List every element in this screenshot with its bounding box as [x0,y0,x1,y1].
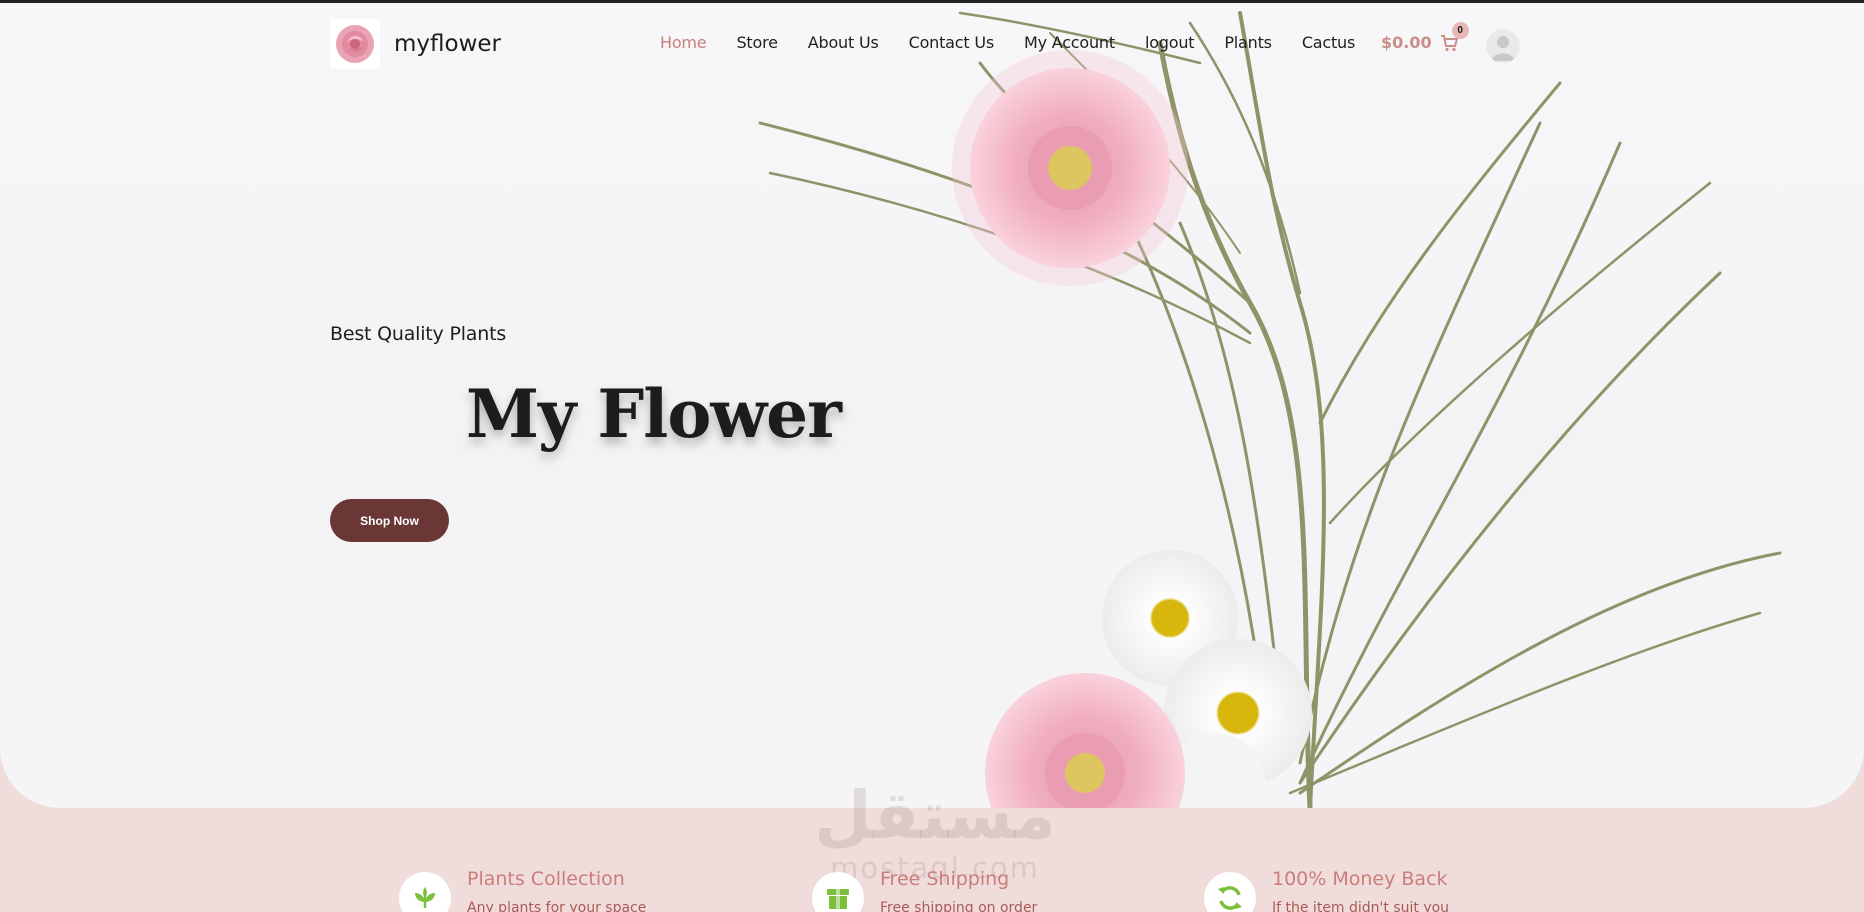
rose-logo-icon[interactable] [330,19,380,69]
nav-item-my-account[interactable]: My Account [1024,33,1115,52]
feature-desc: If the item didn't suit you [1272,900,1450,912]
cart-total[interactable]: $0.00 [1381,33,1432,52]
user-avatar-icon[interactable] [1486,29,1520,63]
feature-title: Plants Collection [467,868,625,890]
feature-title: Free Shipping [880,868,1010,890]
feature-plants-collection: Plants Collection Any plants for your sp… [399,868,646,912]
nav-item-cactus[interactable]: Cactus [1302,33,1356,52]
nav-item-home[interactable]: Home [660,33,707,52]
nav-item-contact-us[interactable]: Contact Us [909,33,995,52]
brand[interactable]: myflower [330,19,501,69]
feature-free-shipping: Free Shipping Free shipping on order [812,868,1037,912]
nav-item-plants[interactable]: Plants [1224,33,1272,52]
brand-name[interactable]: myflower [394,31,501,57]
cart-widget[interactable]: $0.00 0 [1381,21,1469,52]
hero-tagline: Best Quality Plants [330,323,507,345]
nav-item-about-us[interactable]: About Us [808,33,879,52]
feature-title: 100% Money Back [1272,868,1448,890]
feature-money-back: 100% Money Back If the item didn't suit … [1204,868,1449,912]
site-header: myflower Home Store About Us Contact Us … [0,3,1864,83]
feature-desc: Free shipping on order [880,900,1038,912]
nav-item-store[interactable]: Store [736,33,777,52]
hero-section: Best Quality Plants My Flower Shop Now [0,3,1864,808]
box-icon [812,872,864,912]
sprout-icon [399,872,451,912]
main-nav: Home Store About Us Contact Us My Accoun… [660,33,1385,52]
feature-desc: Any plants for your space [467,900,647,912]
nav-item-logout[interactable]: logout [1145,33,1195,52]
refresh-icon [1204,872,1256,912]
shop-now-button[interactable]: Shop Now [330,499,449,542]
watermark-arabic: مستقل [814,777,1056,854]
flower-arrangement-image [758,11,1782,808]
cart-count-badge: 0 [1451,21,1469,39]
hero-title: My Flower [466,375,842,453]
cart-icon[interactable]: 0 [1440,21,1469,52]
